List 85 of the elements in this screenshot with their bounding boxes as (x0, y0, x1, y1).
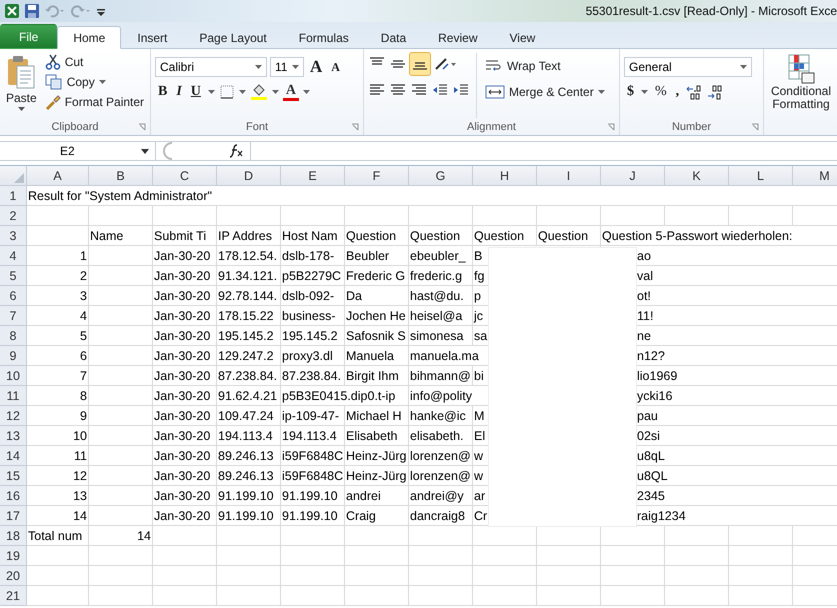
caret-icon (98, 80, 106, 84)
row-header[interactable]: 9 (0, 346, 27, 366)
row-header[interactable]: 16 (0, 486, 27, 506)
fill-bucket-icon[interactable] (250, 83, 268, 101)
window-title: 55301result-1.csv [Read-Only] - Microsoft Exce (586, 4, 837, 18)
caret-icon[interactable] (208, 90, 215, 94)
caret-icon (141, 148, 149, 154)
ribbon-tab[interactable]: Data (364, 26, 422, 49)
dialog-launcher-icon[interactable] (607, 123, 615, 131)
row-header[interactable]: 5 (0, 266, 27, 286)
increase-decimal-icon[interactable] (685, 83, 704, 101)
ribbon-tab[interactable]: Page Layout (183, 26, 283, 49)
row-header[interactable]: 7 (0, 306, 27, 326)
italic-button[interactable]: I (173, 83, 185, 101)
row-header[interactable]: 13 (0, 426, 27, 446)
row-header[interactable]: 6 (0, 286, 27, 306)
copy-icon (44, 74, 63, 90)
insert-function-icon[interactable] (228, 143, 244, 159)
conditional-formatting-icon (786, 53, 816, 85)
dialog-launcher-icon[interactable] (351, 123, 359, 131)
bold-button[interactable]: B (155, 83, 170, 101)
underline-button[interactable]: U (188, 83, 204, 101)
font-size-dropdown[interactable]: 11 (270, 57, 304, 77)
row-header[interactable]: 11 (0, 386, 27, 406)
ribbon-tab[interactable]: Review (422, 26, 494, 49)
row-header[interactable]: 17 (0, 506, 27, 526)
cut-button[interactable]: Cut (42, 53, 146, 71)
dialog-launcher-icon[interactable] (138, 123, 146, 131)
row-header[interactable]: 21 (0, 586, 27, 606)
paste-button[interactable]: Paste (4, 53, 39, 118)
row-header[interactable]: 1 (0, 186, 27, 206)
caret-icon (740, 65, 747, 69)
percent-button[interactable]: % (652, 83, 670, 101)
font-family-dropdown[interactable]: Calibri (155, 57, 267, 77)
row-header[interactable]: 8 (0, 326, 27, 346)
group-label: Number (672, 120, 712, 132)
save-icon[interactable] (24, 3, 40, 19)
ribbon-tab[interactable]: View (494, 26, 552, 49)
clipboard-icon (6, 55, 36, 89)
caret-icon (598, 90, 605, 94)
wrap-text-button[interactable]: Wrap Text (483, 57, 607, 75)
decrease-decimal-icon[interactable] (706, 83, 724, 101)
row-header[interactable]: 3 (0, 226, 27, 246)
caret-icon (292, 65, 299, 69)
borders-icon[interactable] (218, 84, 235, 100)
paintbrush-icon (44, 94, 61, 110)
font-color-button[interactable]: A (282, 84, 300, 100)
spreadsheet-logo-icon (4, 3, 20, 19)
row-header[interactable]: 10 (0, 366, 27, 386)
currency-button[interactable]: $ (624, 83, 637, 101)
ribbon-tab[interactable]: Home (57, 26, 122, 49)
caret-icon[interactable] (303, 90, 310, 94)
scissors-icon (44, 54, 61, 70)
caret-icon[interactable] (641, 90, 648, 94)
caret-icon (255, 65, 262, 69)
group-label: Alignment (467, 120, 516, 132)
caret-icon[interactable] (238, 90, 246, 94)
format-painter-button[interactable]: Format Painter (42, 93, 146, 111)
merge-center-button[interactable]: Merge & Center (483, 83, 607, 101)
shrink-font-button[interactable]: A (328, 58, 343, 76)
row-header[interactable]: 20 (0, 566, 27, 586)
row-header[interactable]: 4 (0, 246, 27, 266)
comma-button[interactable]: , (672, 83, 682, 101)
caret-icon (18, 107, 25, 111)
row-header[interactable]: 12 (0, 406, 27, 426)
conditional-formatting-button[interactable]: Conditional Formatting (764, 49, 837, 115)
row-header[interactable]: 15 (0, 466, 27, 486)
row-header[interactable]: 18 (0, 526, 27, 546)
row-header[interactable]: 2 (0, 206, 27, 226)
row-header[interactable]: 14 (0, 446, 27, 466)
group-label: Font (246, 120, 268, 132)
ribbon-tab[interactable]: Insert (121, 26, 184, 49)
copy-button[interactable]: Copy (42, 73, 146, 91)
ribbon-tab[interactable]: Formulas (282, 26, 365, 49)
grow-font-button[interactable]: A (307, 58, 326, 76)
merge-cells-icon (485, 84, 505, 100)
caret-icon[interactable] (272, 90, 279, 94)
group-label: Clipboard (51, 120, 99, 132)
triangle-icon (14, 173, 24, 183)
align-bottom-icon[interactable] (410, 53, 430, 75)
row-header[interactable]: 19 (0, 546, 27, 566)
ribbon-tab[interactable]: File (0, 24, 58, 49)
number-format-dropdown[interactable]: General (624, 57, 752, 77)
name-box[interactable]: E2 (0, 142, 156, 160)
dialog-launcher-icon[interactable] (751, 123, 759, 131)
